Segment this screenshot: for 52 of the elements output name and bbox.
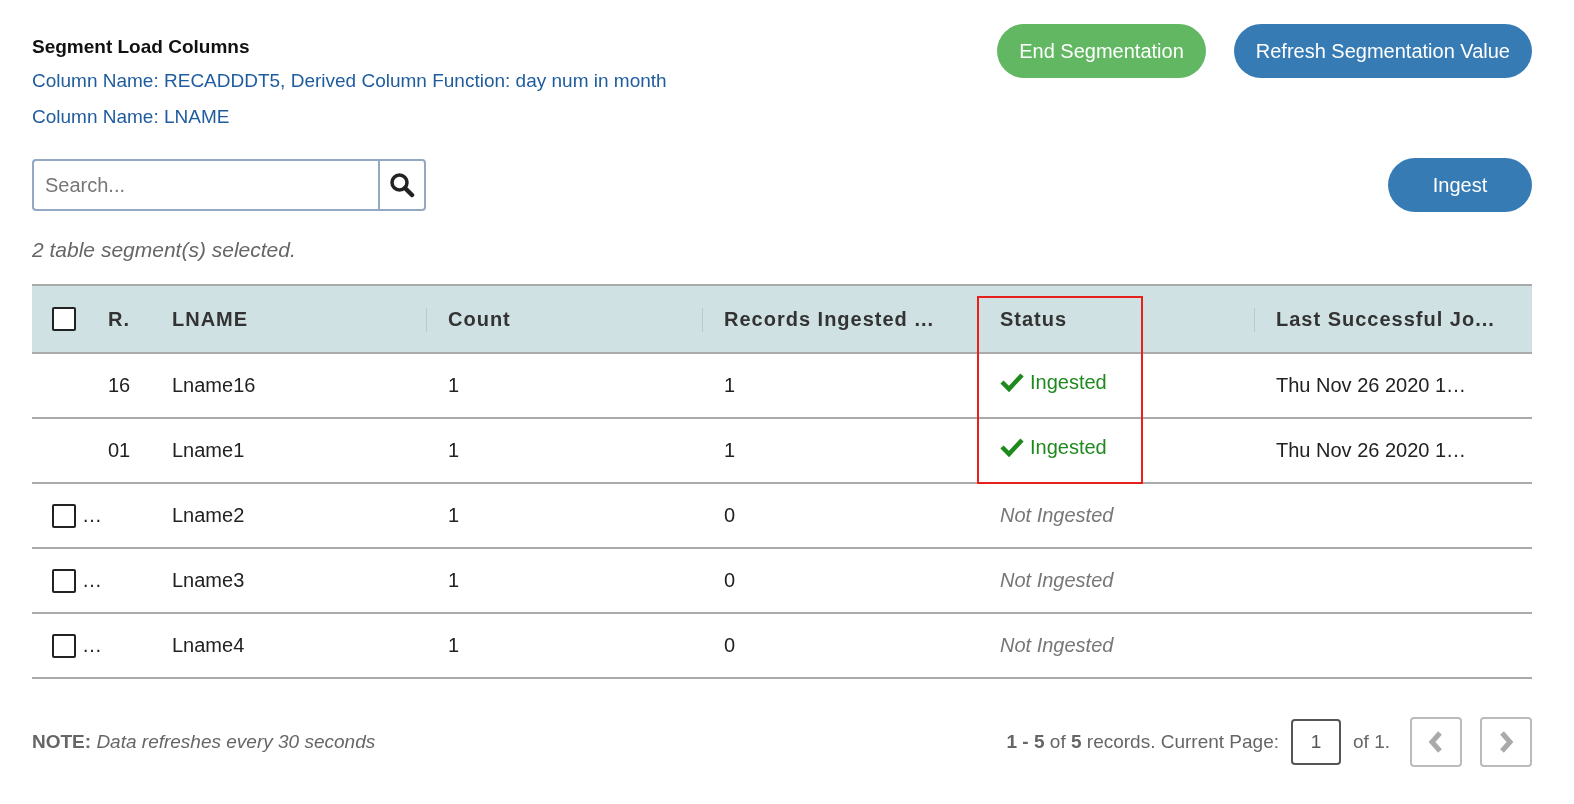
records-cell: 0 [724,569,736,591]
records-cell: 0 [724,634,736,656]
column-header[interactable]: Count [448,307,511,331]
name-cell: Lname16 [172,374,256,396]
row-number: 01 [108,439,131,461]
count-cell: 1 [448,439,460,461]
column-header[interactable]: LNAME [172,307,249,331]
search-field[interactable]: Search... [32,159,378,211]
search-button[interactable] [378,159,426,211]
selection-status-text: 2 table segment(s) selected. [32,238,297,262]
date-cell: Thu Nov 26 2020 1… [1276,374,1467,396]
status-text: Not Ingested [1000,569,1114,592]
checkmark-icon [1000,437,1024,457]
row-number: … [82,634,102,656]
date-cell: Thu Nov 26 2020 1… [1276,439,1467,461]
select-all-checkbox[interactable] [52,307,76,331]
column-header[interactable]: R. [108,307,130,331]
page-count-text: of 1. [1353,731,1390,753]
count-cell: 1 [448,374,460,396]
status-text: Ingested [1030,435,1107,459]
name-cell: Lname4 [172,634,245,656]
row-number: … [82,569,102,591]
count-cell: 1 [448,504,460,526]
name-cell: Lname1 [172,439,245,461]
ingest-button[interactable]: Ingest [1388,158,1532,212]
status-text: Not Ingested [1000,504,1114,527]
name-cell: Lname3 [172,569,245,591]
row-number: … [82,504,102,526]
name-cell: Lname2 [172,504,245,526]
note-text: NOTE: Data refreshes every 30 seconds [32,731,376,753]
row-checkbox[interactable] [52,503,76,528]
column-header[interactable]: Records Ingested ... [724,307,935,331]
records-summary: 1 - 5 of 5 records. Current Page: [1006,731,1279,753]
count-cell: 1 [448,634,460,656]
checkmark-icon [1000,372,1024,392]
row-checkbox[interactable] [52,633,76,658]
row-checkbox[interactable] [52,568,76,593]
status-text: Ingested [1030,370,1107,394]
column-header[interactable]: Last Successful Jo... [1276,307,1495,331]
column-info-text: Column Name: RECADDDT5, Derived Column Function: day num in month [32,70,667,92]
row-number: 16 [108,374,131,396]
column-header[interactable]: Status [1000,307,1068,331]
search-icon [389,172,415,198]
refresh-button[interactable]: Refresh Segmentation Value [1233,24,1532,78]
records-cell: 1 [724,374,736,396]
count-cell: 1 [448,569,460,591]
records-cell: 0 [724,504,736,526]
column-info-text: Column Name: LNAME [32,106,231,128]
records-cell: 1 [724,439,736,461]
page-number-field[interactable]: 1 [1291,719,1341,765]
section-heading: Segment Load Columns [32,36,251,58]
status-text: Not Ingested [1000,634,1114,657]
